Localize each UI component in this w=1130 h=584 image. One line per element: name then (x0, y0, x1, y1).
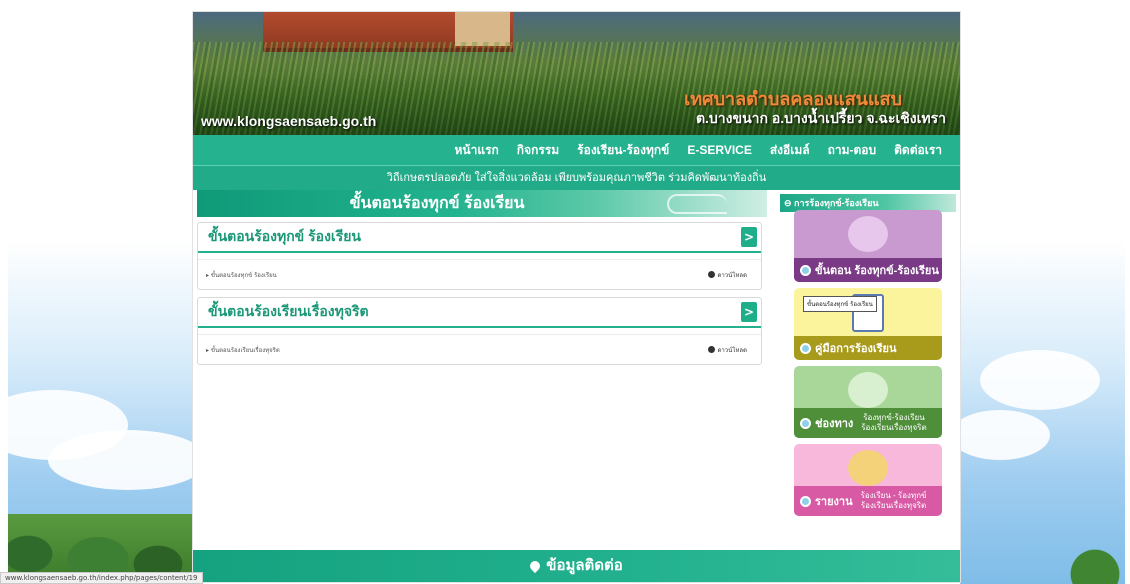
swirl-ornament (667, 194, 727, 214)
download-button[interactable]: ดาวน์โหลด (707, 345, 748, 355)
circle-arrow-icon (800, 495, 811, 507)
nav-item-home[interactable]: หน้าแรก (455, 141, 499, 160)
download-label[interactable]: ดาวน์โหลด (718, 345, 748, 355)
header-banner: www.klongsaensaeb.go.th เทศบาลตำบลคลองแส… (193, 12, 960, 135)
sidebar-item-bar: รายงาน ร้องเรียน - ร้องทุกข์ ร้องเรียนเรื… (794, 486, 942, 516)
footer-label: ข้อมูลติดต่อ (546, 557, 623, 574)
card-header: ขั้นตอนร้องทุกข์ ร้องเรียน > (198, 223, 761, 253)
cloud (960, 410, 1050, 460)
nav-item-activities[interactable]: กิจกรรม (517, 141, 559, 160)
status-bar-url: www.klongsaensaeb.go.th/index.php/pages/… (0, 572, 203, 584)
location-pin-icon (528, 558, 543, 574)
page-title: ขั้นตอนร้องทุกข์ ร้องเรียน (197, 190, 767, 217)
nav-item-qa[interactable]: ถาม-ตอบ (828, 141, 877, 160)
sidebar-item-sublabel: ร้องเรียน - ร้องทุกข์ ร้องเรียนเรื่องทุจร… (861, 491, 927, 511)
site-url: www.klongsaensaeb.go.th (201, 113, 377, 129)
sidebar-item-bar: คู่มือการร้องเรียน (794, 336, 942, 360)
document-link[interactable]: ▸ ขั้นตอนร้องเรียนเรื่องทุจริต (206, 345, 280, 355)
municipality-address: ต.บางขนาก อ.บางน้ำเปรี้ยว จ.ฉะเชิงเทรา (695, 110, 946, 126)
card-arrow-button[interactable]: > (741, 302, 757, 322)
main-nav: หน้าแรก กิจกรรม ร้องเรียน-ร้องทุกข์ E-SE… (193, 135, 960, 165)
nav-item-contact[interactable]: ติดต่อเรา (894, 141, 942, 160)
sublabel-line-1: ร้องเรียน - ร้องทุกข์ (860, 491, 927, 500)
sidebar-item-complaint-steps[interactable]: ขั้นตอน ร้องทุกข์-ร้องเรียน (794, 210, 942, 282)
download-icon (707, 271, 715, 278)
report-illustration (848, 450, 888, 486)
sidebar-item-label: รายงาน (815, 496, 853, 508)
grass-patch (1055, 524, 1125, 584)
sublabel-line-2: ร้องเรียนเรื่องทุจริต (860, 501, 927, 510)
sublabel-line-2: ร้องเรียนเรื่องทุจริต (861, 423, 927, 432)
megaphone-illustration (848, 372, 888, 408)
document-link-label[interactable]: ขั้นตอนร้องเรียนเรื่องทุจริต (211, 347, 280, 354)
card-title: ขั้นตอนร้องทุกข์ ร้องเรียน (208, 228, 361, 244)
card-arrow-button[interactable]: > (741, 227, 757, 247)
page-title-text: ขั้นตอนร้องทุกข์ ร้องเรียน (349, 195, 525, 212)
download-icon (707, 346, 715, 353)
complaint-card: ขั้นตอนร้องทุกข์ ร้องเรียน > ▸ ขั้นตอนร้… (197, 222, 762, 290)
circle-arrow-icon (800, 264, 811, 276)
sidebar-item-bar: ขั้นตอน ร้องทุกข์-ร้องเรียน (794, 258, 942, 282)
sidebar-item-label: ขั้นตอน ร้องทุกข์-ร้องเรียน (815, 265, 939, 277)
contact-footer: ข้อมูลติดต่อ (193, 550, 960, 582)
circle-arrow-icon (800, 342, 811, 354)
corruption-complaint-card: ขั้นตอนร้องเรียนเรื่องทุจริต > ▸ ขั้นตอน… (197, 297, 762, 365)
background-scenery-right (960, 240, 1125, 584)
list-item: ▸ ขั้นตอนร้องเรียนเรื่องทุจริต ดาวน์โหลด (198, 334, 761, 364)
document-link[interactable]: ▸ ขั้นตอนร้องทุกข์ ร้องเรียน (206, 270, 277, 280)
cloud (48, 430, 193, 490)
support-agent-illustration (848, 216, 888, 252)
cloud (980, 350, 1100, 410)
list-item: ▸ ขั้นตอนร้องทุกข์ ร้องเรียน ดาวน์โหลด (198, 259, 761, 289)
nav-item-e-service[interactable]: E-SERVICE (687, 143, 751, 157)
building-image-part (455, 12, 510, 46)
sidebar-item-label: ช่องทาง (815, 418, 854, 430)
download-label[interactable]: ดาวน์โหลด (718, 270, 748, 280)
sublabel-line-1: ร้องทุกข์-ร้องเรียน (863, 413, 925, 422)
sidebar-heading-text: การร้องทุกข์-ร้องเรียน (794, 198, 879, 208)
download-button[interactable]: ดาวน์โหลด (707, 270, 748, 280)
background-scenery-left (8, 240, 193, 584)
sidebar-item-sublabel: ร้องทุกข์-ร้องเรียน ร้องเรียนเรื่องทุจริต (861, 413, 926, 433)
nav-item-email[interactable]: ส่งอีเมล์ (770, 141, 810, 160)
document-link-label[interactable]: ขั้นตอนร้องทุกข์ ร้องเรียน (211, 272, 277, 279)
card-title: ขั้นตอนร้องเรียนเรื่องทุจริต (208, 303, 369, 319)
sidebar-item-complaint-report[interactable]: รายงาน ร้องเรียน - ร้องทุกข์ ร้องเรียนเรื… (794, 444, 942, 516)
main-frame: www.klongsaensaeb.go.th เทศบาลตำบลคลองแส… (193, 12, 960, 582)
sidebar-item-bar: ช่องทาง ร้องทุกข์-ร้องเรียน ร้องเรียนเรื่… (794, 408, 942, 438)
slogan-bar: วิถีเกษตรปลอดภัย ใส่ใจสิ่งแวดล้อม เพียบพ… (193, 165, 960, 190)
circle-arrow-icon (800, 417, 811, 429)
sidebar-item-label: คู่มือการร้องเรียน (815, 343, 897, 355)
tooltip: ขั้นตอนร้องทุกข์ ร้องเรียน (803, 296, 877, 312)
card-header: ขั้นตอนร้องเรียนเรื่องทุจริต > (198, 298, 761, 328)
nav-item-complaints[interactable]: ร้องเรียน-ร้องทุกข์ (577, 141, 669, 160)
sidebar-item-complaint-channels[interactable]: ช่องทาง ร้องทุกข์-ร้องเรียน ร้องเรียนเรื่… (794, 366, 942, 438)
